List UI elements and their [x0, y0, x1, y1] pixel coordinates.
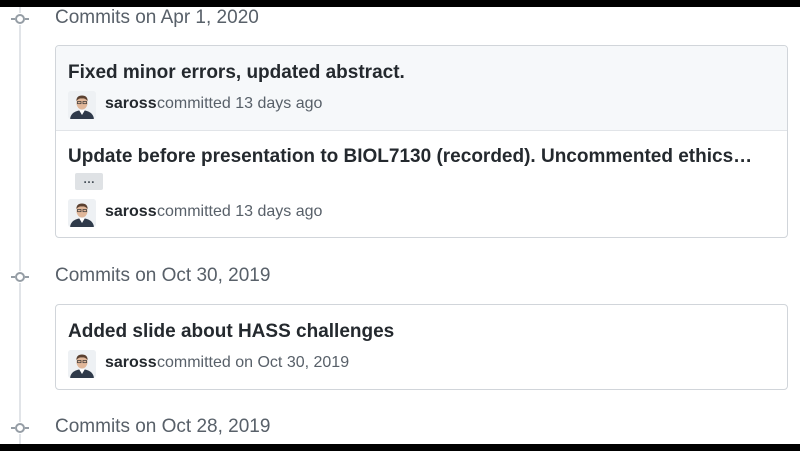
git-commit-icon — [11, 422, 29, 434]
expand-commit-button[interactable]: … — [75, 173, 103, 190]
user-avatar[interactable] — [68, 91, 96, 119]
user-avatar[interactable] — [68, 350, 96, 378]
commit-group-header: Commits on Oct 28, 2019 — [0, 416, 800, 440]
git-commit-icon — [11, 13, 29, 25]
commit-group-title: Commits on Oct 30, 2019 — [55, 265, 271, 286]
git-commit-icon — [11, 271, 29, 283]
commit-list: Fixed minor errors, updated abstract. sa… — [55, 45, 788, 238]
user-avatar[interactable] — [68, 199, 96, 227]
commit-message-link[interactable]: Update before presentation to BIOL7130 (… — [68, 146, 752, 168]
commit-message-link[interactable]: Fixed minor errors, updated abstract. — [68, 62, 405, 84]
commit-item[interactable]: Fixed minor errors, updated abstract. sa… — [56, 46, 787, 130]
commit-history: Commits on Apr 1, 2020 Fixed minor error… — [0, 7, 800, 444]
commit-message-link[interactable]: Added slide about HASS challenges — [68, 321, 394, 343]
commit-item[interactable]: Added slide about HASS challenges saross… — [56, 305, 787, 389]
commit-date: committed on Oct 30, 2019 — [157, 354, 350, 371]
timeline-line — [19, 7, 21, 444]
commit-group-header: Commits on Oct 30, 2019 — [0, 265, 800, 289]
commit-group-title: Commits on Apr 1, 2020 — [55, 7, 259, 28]
commit-item[interactable]: Update before presentation to BIOL7130 (… — [56, 130, 787, 237]
commit-author-link[interactable]: saross — [105, 354, 157, 372]
commit-group-title: Commits on Oct 28, 2019 — [55, 416, 271, 437]
commit-group-header: Commits on Apr 1, 2020 — [0, 7, 800, 31]
commit-date: committed 13 days ago — [157, 95, 323, 112]
commit-author-link[interactable]: saross — [105, 95, 157, 113]
commit-date: committed 13 days ago — [157, 203, 323, 220]
commit-list: Added slide about HASS challenges saross… — [55, 304, 788, 390]
commit-author-link[interactable]: saross — [105, 203, 157, 221]
